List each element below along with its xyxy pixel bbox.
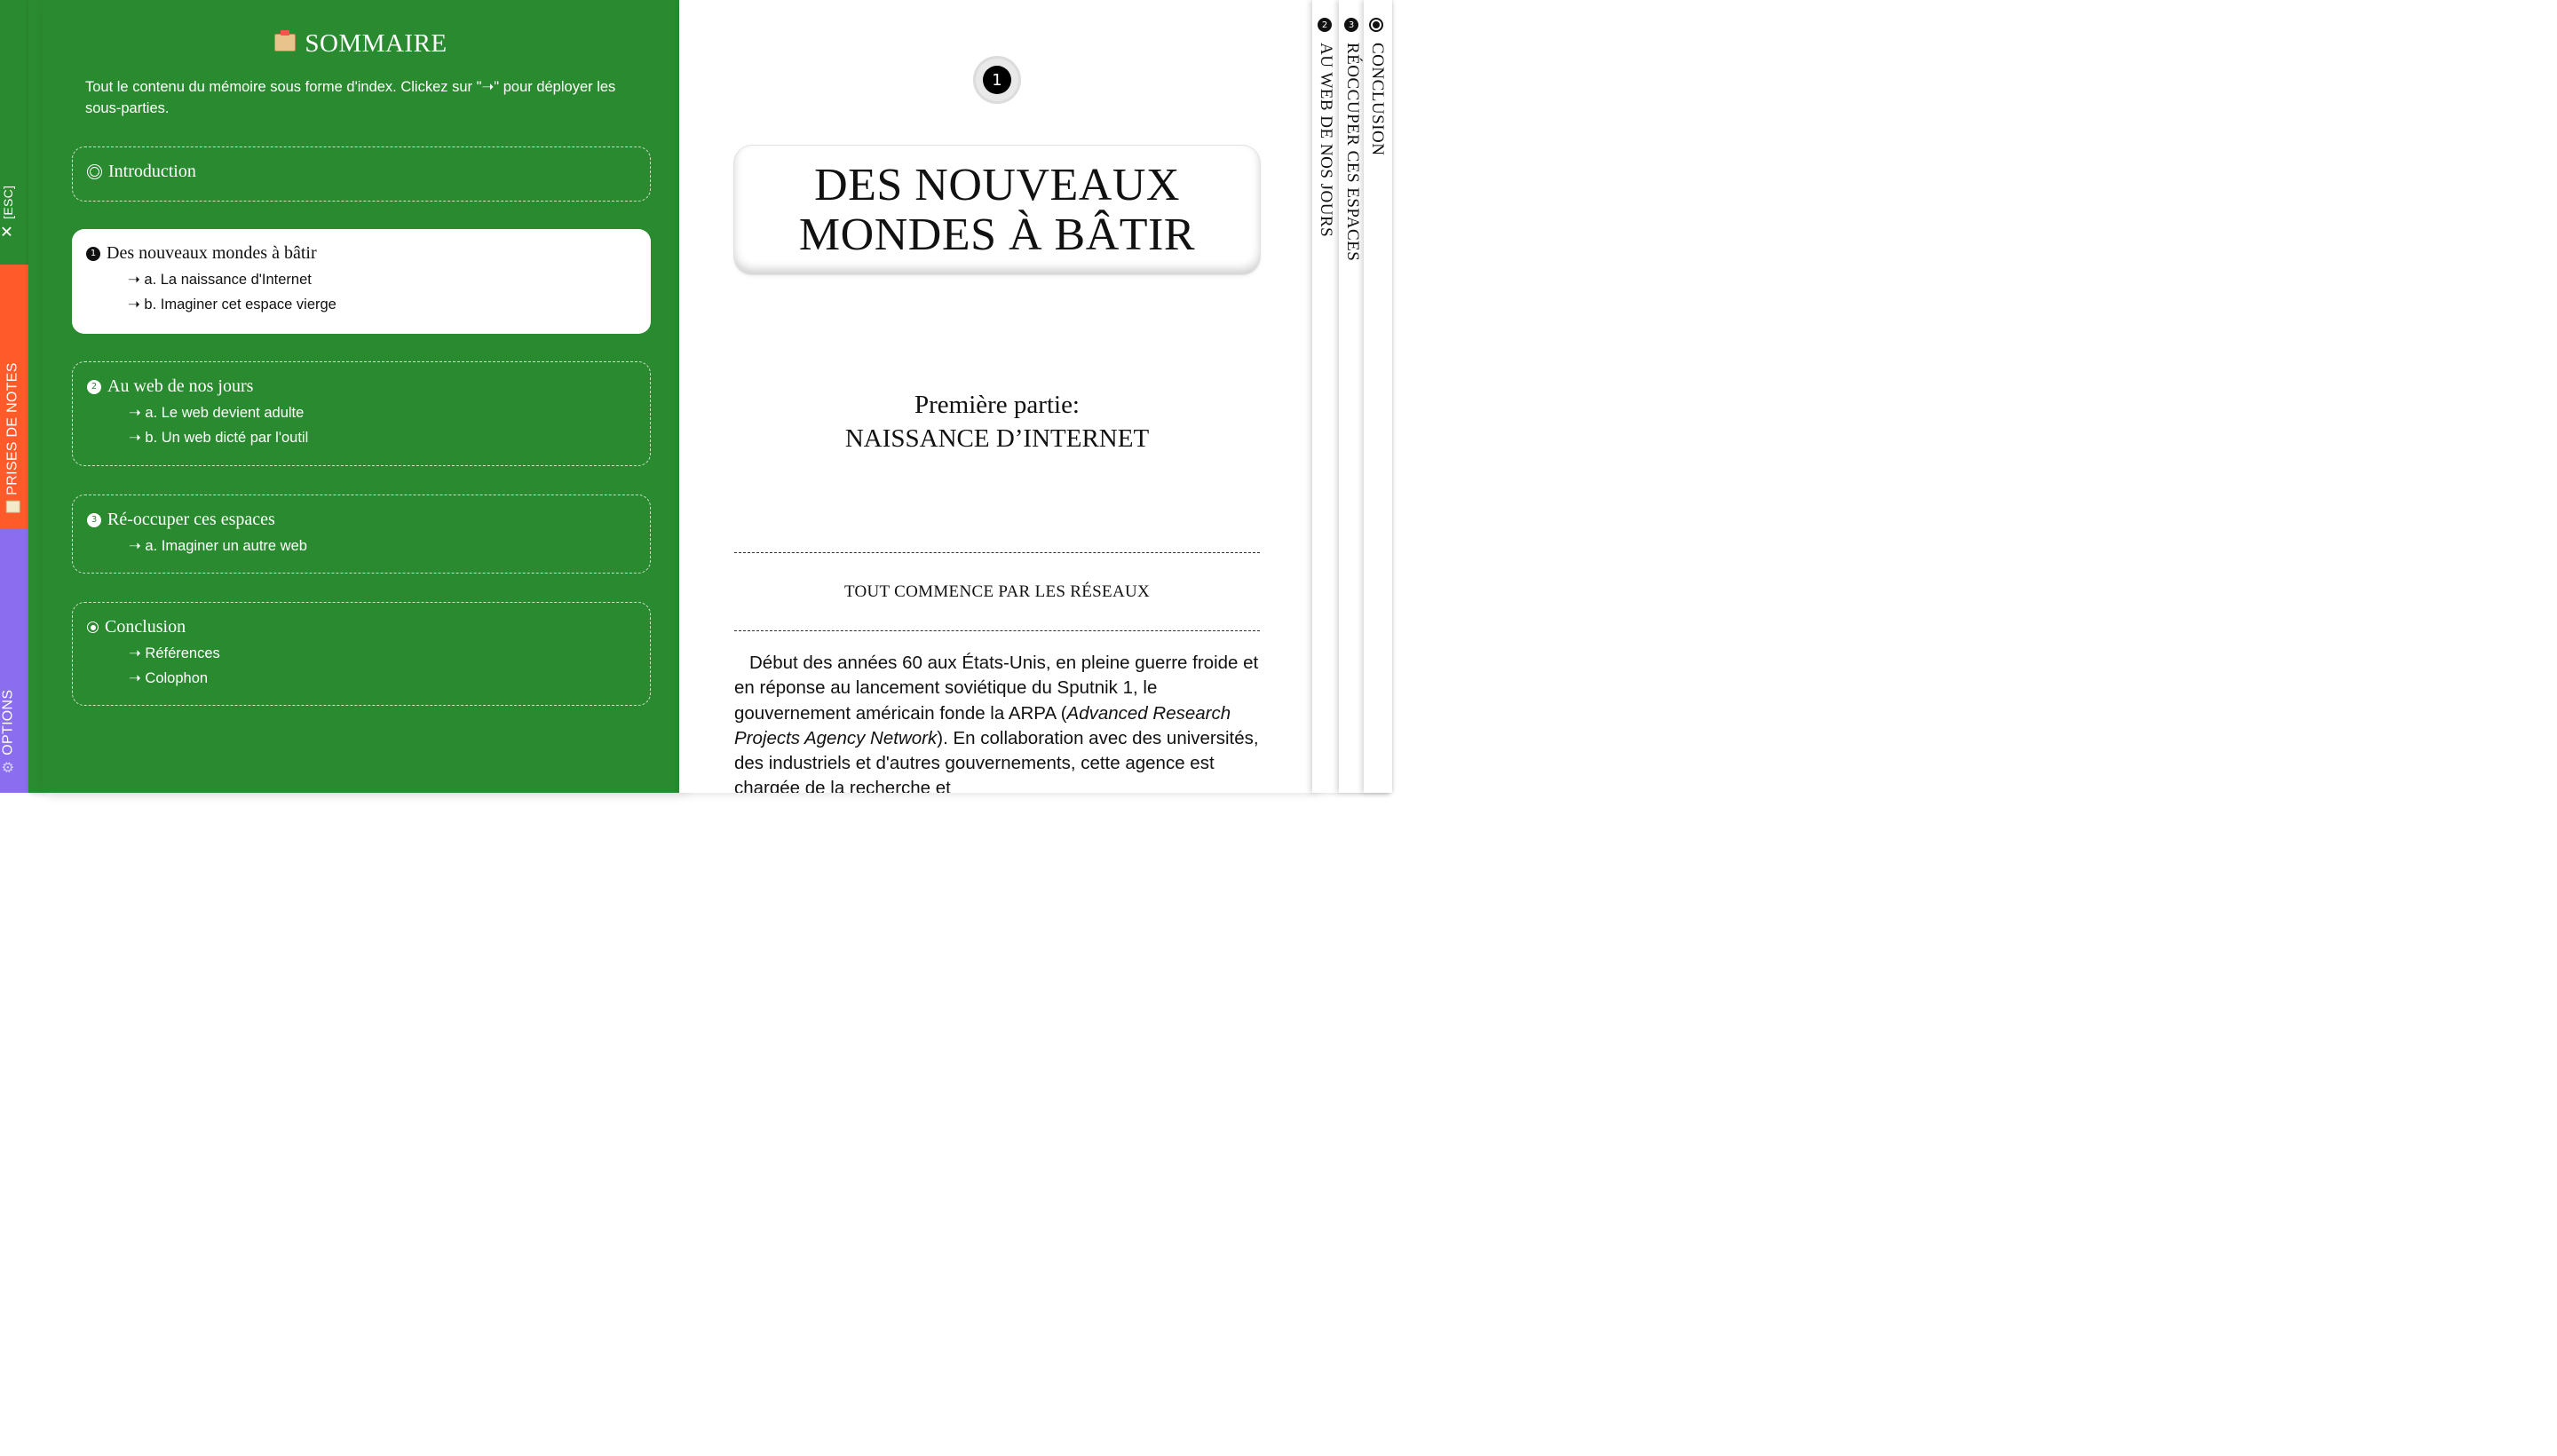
subsection-link[interactable]: ➝ a. Imaginer un autre web bbox=[129, 537, 636, 555]
section-title: Conclusion bbox=[105, 617, 186, 637]
section-title: Ré-occuper ces espaces bbox=[107, 510, 275, 529]
stack-tab-label: RÉOCCUPER CES ESPACES bbox=[1343, 43, 1362, 262]
part-heading: Première partie: NAISSANCE D’INTERNET bbox=[679, 388, 1315, 455]
dot-circle-icon bbox=[87, 621, 99, 633]
notes-tab-label: PRISES DE NOTES bbox=[4, 362, 20, 495]
section-re-occuper[interactable]: 3 Ré-occuper ces espaces ➝ a. Imaginer u… bbox=[72, 495, 651, 574]
section-title: Introduction bbox=[108, 162, 196, 181]
section-des-nouveaux-mondes[interactable]: 1 Des nouveaux mondes à bâtir ➝ a. La na… bbox=[72, 229, 651, 334]
sommaire-title: SOMMAIRE bbox=[43, 29, 679, 59]
notepad-icon bbox=[5, 500, 20, 513]
options-tab-label: OPTIONS bbox=[0, 689, 16, 756]
chapter-page: 1 DES NOUVEAUX MONDES À BÂTIR Première p… bbox=[679, 0, 1315, 793]
section-introduction[interactable]: Introduction bbox=[72, 146, 651, 202]
number-3-icon: 3 bbox=[1344, 18, 1358, 32]
stack-tab-3[interactable]: 3 RÉOCCUPER CES ESPACES bbox=[1341, 18, 1364, 284]
number-2-icon: 2 bbox=[87, 379, 101, 394]
subsection-link[interactable]: ➝ Références bbox=[129, 645, 636, 662]
chapter-title-line1: DES NOUVEAUX bbox=[814, 159, 1180, 210]
sommaire-panel: SOMMAIRE Tout le contenu du mémoire sous… bbox=[43, 0, 679, 793]
sommaire-description: Tout le contenu du mémoire sous forme d'… bbox=[85, 79, 616, 116]
stack-tab-label: AU WEB DE NOS JOURS bbox=[1317, 43, 1335, 238]
part-title: NAISSANCE D’INTERNET bbox=[844, 424, 1150, 453]
subsection-link[interactable]: ➝ b. Imaginer cet espace vierge bbox=[128, 296, 637, 313]
stack-page-conclusion[interactable]: CONCLUSION bbox=[1364, 0, 1392, 793]
sommaire-title-text: SOMMAIRE bbox=[305, 29, 447, 58]
stack-tab-label: CONCLUSION bbox=[1368, 43, 1387, 156]
notes-tab[interactable]: PRISES DE NOTES bbox=[0, 265, 28, 528]
subsection-link[interactable]: ➝ a. La naissance d'Internet bbox=[128, 271, 637, 289]
subsection-link[interactable]: ➝ b. Un web dicté par l'outil bbox=[129, 429, 636, 447]
subsection-link[interactable]: ➝ a. Le web devient adulte bbox=[129, 404, 636, 422]
stack-tab-2[interactable]: 2 AU WEB DE NOS JOURS bbox=[1314, 18, 1337, 284]
card-box-icon bbox=[274, 29, 297, 51]
chapter-title: DES NOUVEAUX MONDES À BÂTIR bbox=[734, 146, 1260, 274]
divider bbox=[734, 552, 1260, 553]
divider bbox=[734, 630, 1260, 631]
esc-tab-label: [ESC] bbox=[0, 185, 15, 219]
number-3-icon: 3 bbox=[87, 512, 101, 527]
number-1-icon: 1 bbox=[86, 246, 100, 261]
section-conclusion[interactable]: Conclusion ➝ Références ➝ Colophon bbox=[72, 602, 651, 706]
stack-tab-conclusion[interactable]: CONCLUSION bbox=[1366, 18, 1389, 284]
close-icon: ✕ bbox=[0, 224, 17, 239]
section-title: Des nouveaux mondes à bâtir bbox=[107, 243, 317, 263]
subsection-link[interactable]: ➝ Colophon bbox=[129, 669, 636, 687]
number-2-icon: 2 bbox=[1318, 18, 1332, 32]
esc-tab[interactable]: ✕ [ESC] bbox=[0, 0, 28, 265]
section-heading: TOUT COMMENCE PAR LES RÉSEAUX bbox=[843, 582, 1151, 601]
dot-circle-icon bbox=[1369, 18, 1383, 32]
target-icon bbox=[87, 164, 102, 179]
part-label: Première partie: bbox=[914, 391, 1080, 419]
section-au-web[interactable]: 2 Au web de nos jours ➝ a. Le web devien… bbox=[72, 361, 651, 466]
gear-icon: ⚙ bbox=[1, 760, 17, 774]
chapter-title-line2: MONDES À BÂTIR bbox=[798, 209, 1196, 260]
options-tab[interactable]: ⚙ OPTIONS bbox=[0, 528, 28, 793]
body-paragraph: Début des années 60 aux États-Unis, en p… bbox=[734, 653, 1259, 793]
chapter-number-badge: 1 bbox=[973, 56, 1021, 104]
section-title: Au web de nos jours bbox=[107, 376, 254, 396]
